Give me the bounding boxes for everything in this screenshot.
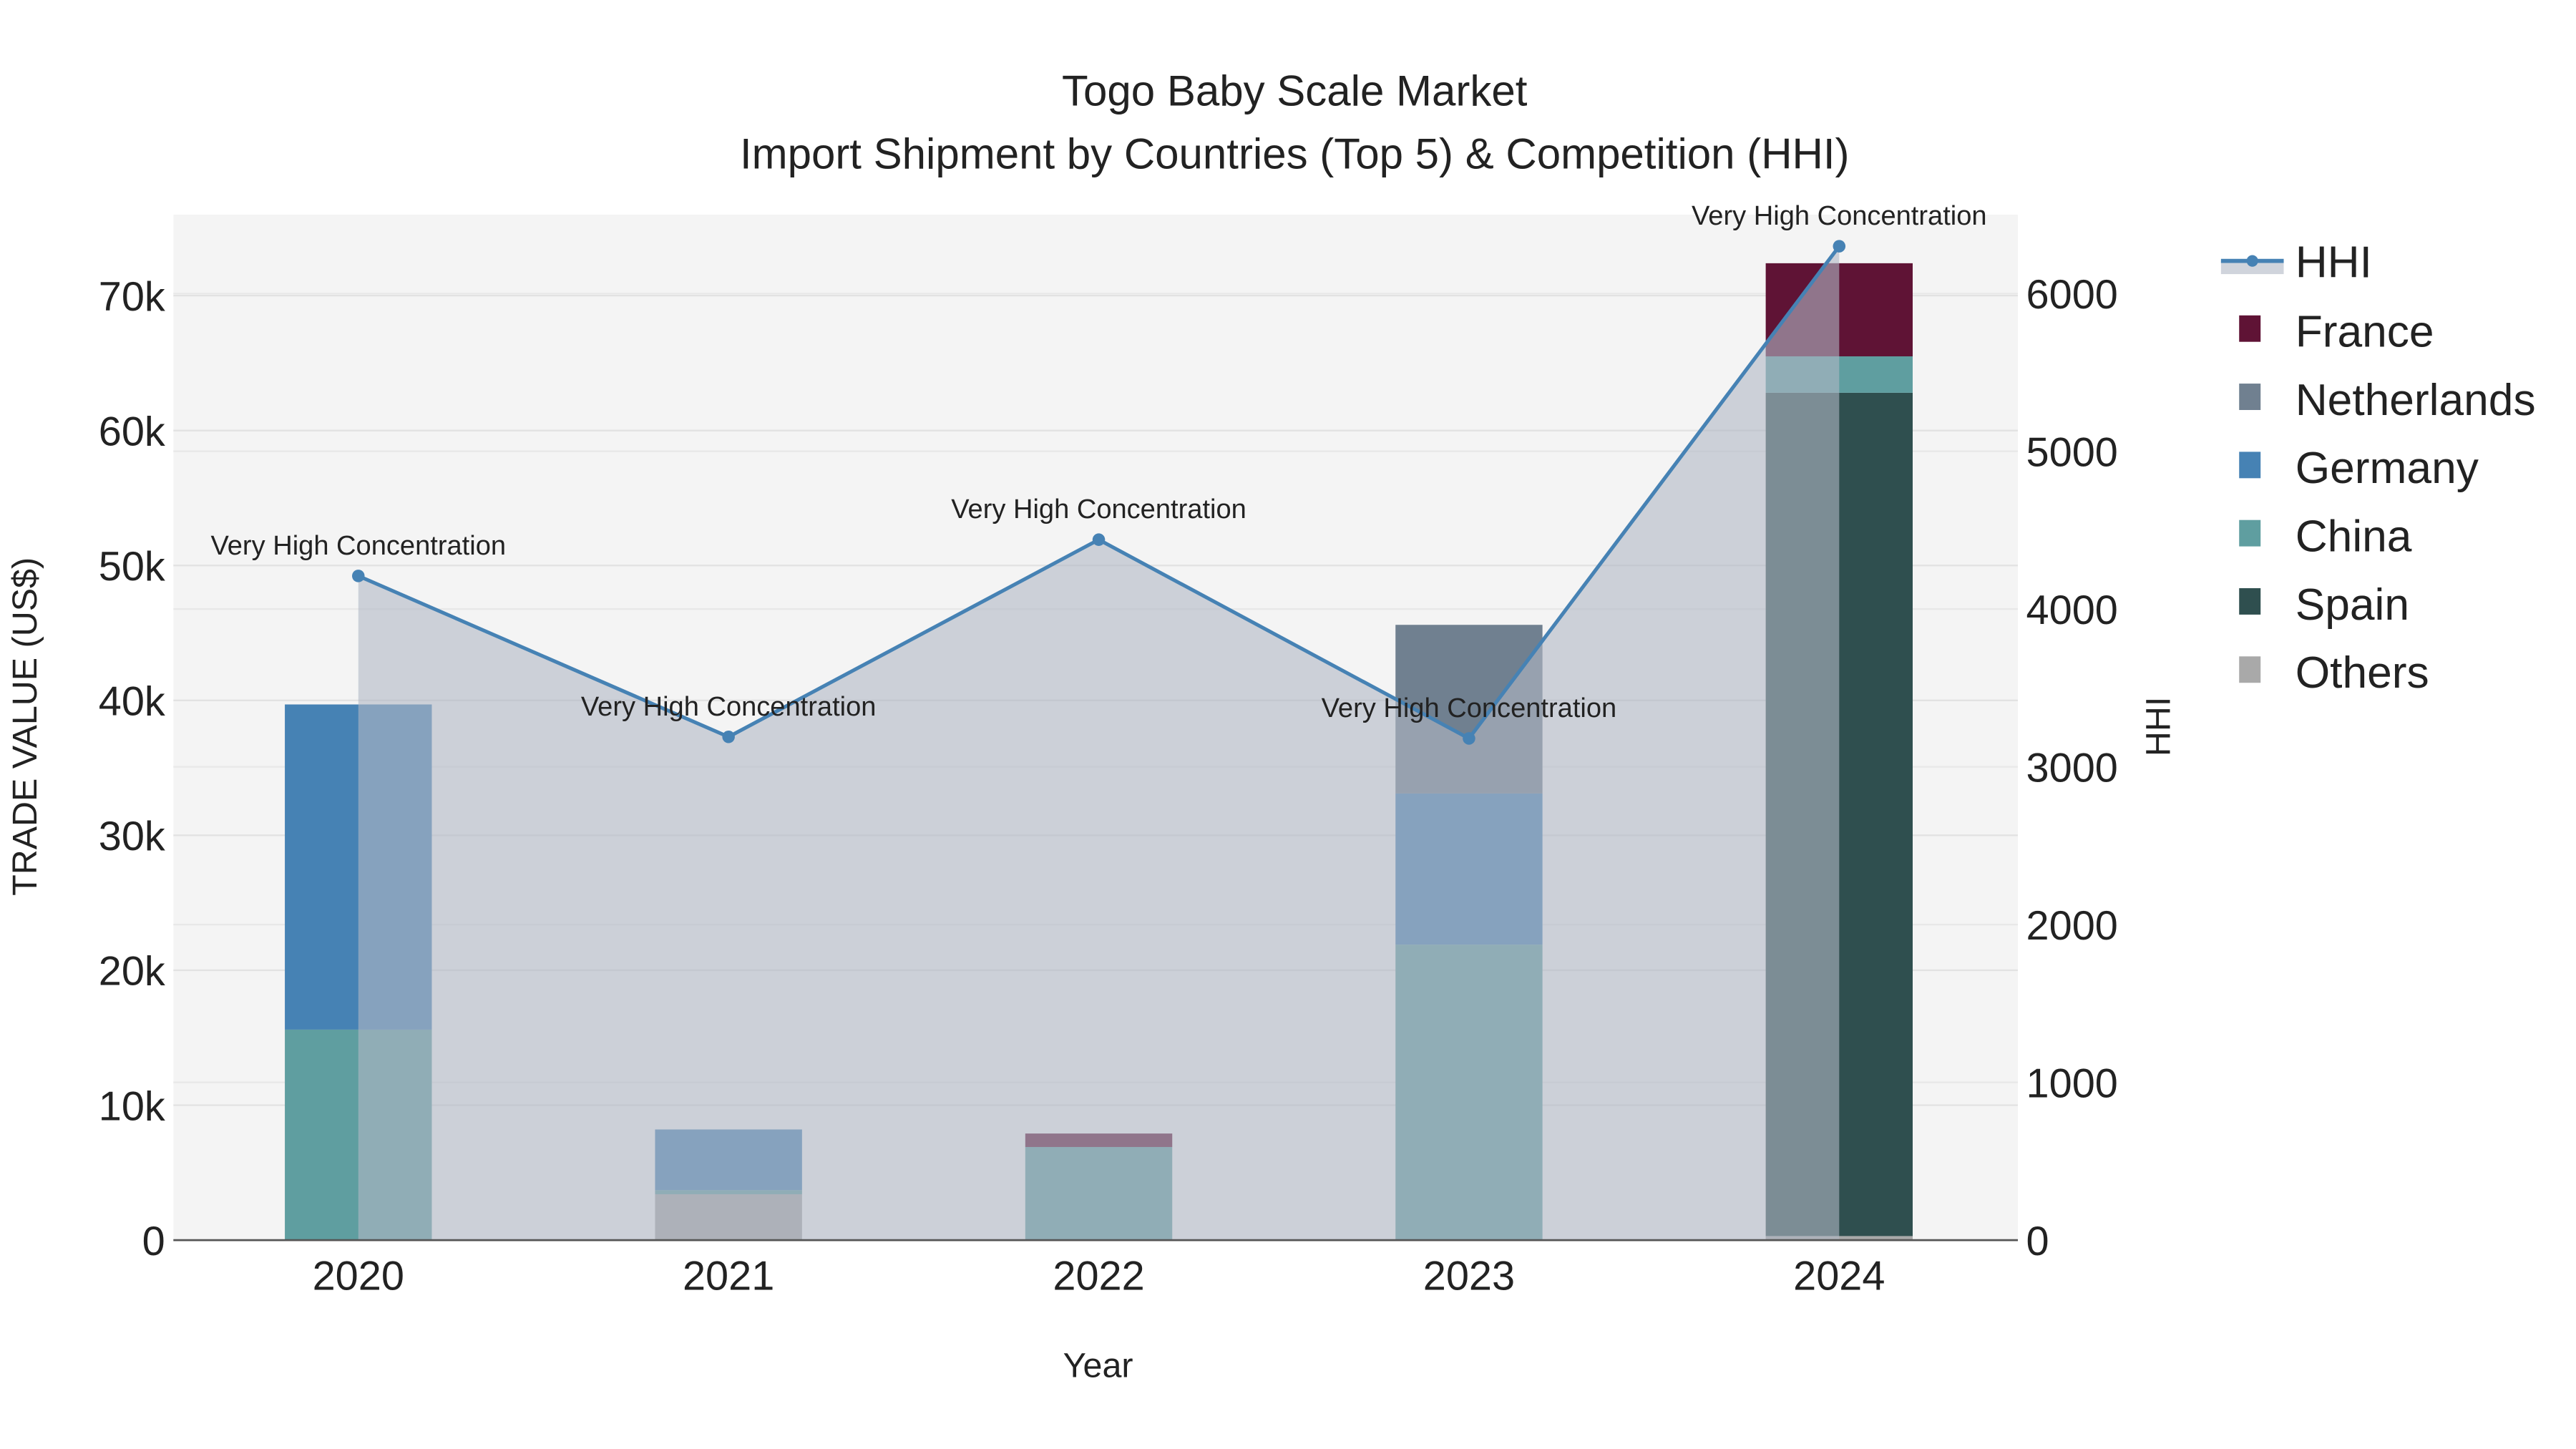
x-axis-title: Year [1063,1347,1133,1385]
x-tick-label: 2022 [1053,1253,1144,1299]
chart: 0 10k 20k 30k 40k 50k 60k 70k 0 1000 2000 3000 4000 5… [6,67,2536,1385]
legend-swatch-china [2239,519,2261,547]
hhi-point-2024 [1833,240,1846,253]
y-axis-title: TRADE VALUE (US$) [6,557,44,896]
legend-swatch-netherlands [2239,384,2261,410]
legend-label-france: France [2296,308,2434,357]
y-tick-label: 50k [99,544,165,590]
hhi-annotation: Very High Concentration [951,494,1246,525]
legend-label-netherlands: Netherlands [2296,376,2536,425]
y-tick-label: 10k [99,1083,165,1129]
legend-swatch-others [2239,656,2261,683]
y-tick-label: 0 [142,1219,165,1264]
hhi-point-2022 [1092,533,1106,546]
legend-label-hhi: HHI [2296,238,2372,288]
legend: HHI France Netherlands Germany China Spain Oth… [2220,238,2536,698]
legend-label-others: Others [2296,648,2429,698]
hhi-annotation: Very High Concentration [1322,693,1617,723]
legend-swatch-france [2239,315,2261,342]
hhi-annotation: Very High Concentration [1692,201,1987,231]
legend-swatch-spain [2239,588,2261,615]
x-tick-label: 2020 [313,1253,404,1299]
y-tick-label: 70k [99,274,165,320]
chart-subtitle: Import Shipment by Countries (Top 5) & C… [740,130,1850,177]
y-tick-label: 40k [99,679,165,725]
x-tick-label: 2024 [1793,1253,1885,1299]
legend-label-china: China [2296,512,2412,562]
y-tick-label: 60k [99,409,165,454]
hhi-point-2023 [1463,732,1475,745]
x-tick-label: 2023 [1423,1253,1515,1299]
y2-axis-title: HHI [2139,697,2177,756]
y2-tick-label: 2000 [2026,903,2118,949]
chart-title: Togo Baby Scale Market [1062,67,1528,115]
hhi-annotation: Very High Concentration [210,531,506,561]
y2-tick-label: 6000 [2026,272,2118,318]
y2-tick-label: 5000 [2026,429,2118,475]
y2-tick-label: 1000 [2026,1060,2118,1106]
x-tick-label: 2021 [683,1253,774,1299]
legend-label-germany: Germany [2296,444,2479,493]
y-tick-label: 20k [99,949,165,995]
y-tick-label: 30k [99,814,165,859]
legend-hhi-marker [2246,255,2258,267]
legend-label-spain: Spain [2296,580,2409,630]
hhi-point-2021 [722,730,735,743]
y2-tick-label: 3000 [2026,745,2118,791]
y2-tick-label: 0 [2026,1219,2049,1264]
y2-tick-label: 4000 [2026,587,2118,633]
legend-swatch-germany [2239,452,2261,479]
hhi-point-2020 [352,570,365,582]
hhi-annotation: Very High Concentration [581,692,877,722]
